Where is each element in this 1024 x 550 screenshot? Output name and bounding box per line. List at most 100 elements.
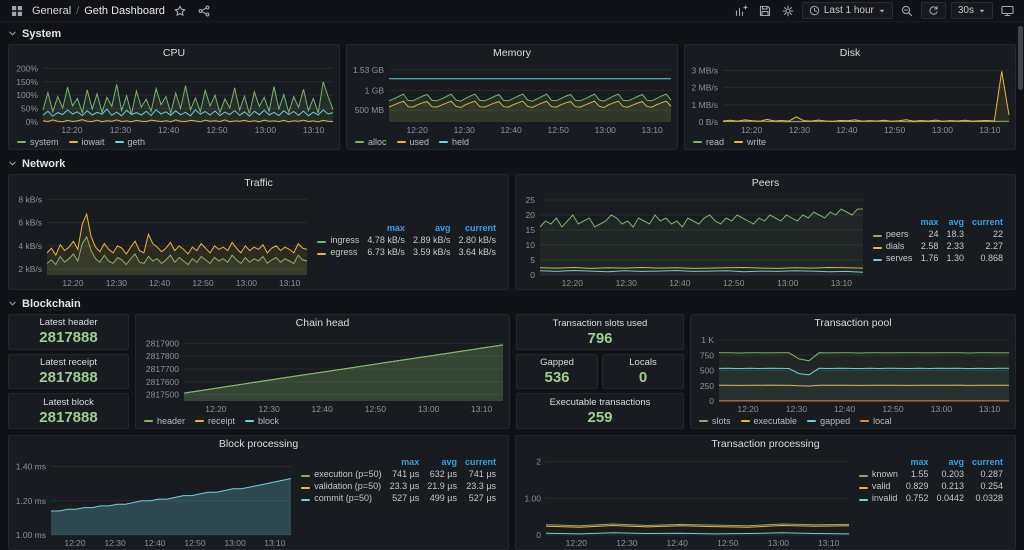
apps-grid-icon[interactable] [8, 3, 26, 19]
legend-value: 0.213 [941, 481, 964, 491]
series-color-marker [301, 475, 311, 477]
legend-value: 2.58 [920, 241, 939, 251]
legend-series-iowait[interactable]: iowait [68, 137, 105, 147]
legend-series-executable[interactable]: executable [740, 416, 797, 426]
legend-series-ingress[interactable]: ingress [313, 234, 363, 246]
legend-series-slots[interactable]: slots [699, 416, 731, 426]
series-color-marker [860, 419, 870, 422]
legend-series-commit-p-50-[interactable]: commit (p=50) [297, 492, 385, 504]
stat-title[interactable]: Latest receipt [40, 357, 97, 368]
tv-mode-icon[interactable] [998, 3, 1016, 19]
legend-series-geth[interactable]: geth [114, 137, 145, 147]
add-panel-icon[interactable] [733, 3, 751, 19]
legend-series-known[interactable]: known [855, 468, 902, 480]
legend-series-write[interactable]: write [734, 137, 766, 147]
legend-series-invalid[interactable]: invalid [855, 492, 902, 504]
legend-series-header[interactable]: header [144, 416, 185, 426]
save-dashboard-icon[interactable] [756, 3, 774, 19]
svg-text:2: 2 [536, 457, 541, 467]
series-color-marker [734, 140, 744, 143]
series-color-marker [17, 140, 26, 143]
legend-series-validation-p-50-[interactable]: validation (p=50) [297, 480, 385, 492]
panel-locals: Locals 0 [602, 354, 684, 389]
svg-text:1.40 ms: 1.40 ms [16, 462, 46, 472]
transaction-pool-legend: slots executable gapped local [691, 415, 1015, 428]
zoom-out-icon[interactable] [898, 3, 916, 19]
legend-series-egress[interactable]: egress [313, 246, 363, 258]
stat-title[interactable]: Latest header [39, 317, 97, 328]
legend-series-system[interactable]: system [17, 137, 59, 147]
legend-value: 4.78 kB/s [367, 235, 405, 245]
row-header-network[interactable]: Network [8, 156, 1016, 171]
row-header-system[interactable]: System [8, 26, 1016, 41]
breadcrumb-dashboard[interactable]: Geth Dashboard [84, 5, 165, 17]
refresh-interval-picker[interactable]: 30s [950, 2, 993, 19]
svg-text:10: 10 [526, 240, 536, 250]
svg-text:13:00: 13:00 [418, 404, 440, 414]
transaction-pool-chart: 0 250 500 750 1 K 12:20 12:30 12:40 12:50 13:00 13… [691, 332, 1015, 415]
transaction-processing-chart: 0 1.00 2 12:20 12:30 12:40 12:50 13:00 13:10 [516, 453, 855, 549]
time-range-picker[interactable]: Last 1 hour [801, 2, 893, 19]
svg-text:1.00: 1.00 [524, 493, 541, 503]
stat-title[interactable]: Locals [629, 357, 656, 368]
legend-value: 2.27 [985, 241, 1003, 251]
clock-icon [809, 5, 820, 16]
svg-text:2817500: 2817500 [146, 390, 179, 400]
breadcrumb-folder[interactable]: General [32, 5, 71, 17]
share-dashboard-icon[interactable] [195, 3, 213, 19]
scrollbar-thumb[interactable] [1018, 26, 1023, 90]
legend-value: 2.33 [946, 241, 964, 251]
panel-cpu: CPU 0% 50% 100% 150% 200% 12:20 12:30 12:40 12:5… [8, 44, 340, 150]
legend-value: 18.3 [946, 229, 964, 239]
svg-text:0%: 0% [26, 117, 39, 127]
svg-text:12:40: 12:40 [836, 125, 858, 135]
legend-series-block[interactable]: block [245, 416, 279, 426]
settings-gear-icon[interactable] [779, 3, 797, 19]
panel-title-transaction-processing[interactable]: Transaction processing [516, 436, 1015, 453]
legend-series-used[interactable]: used [396, 137, 429, 147]
svg-text:12:40: 12:40 [669, 278, 691, 288]
panel-title-chain-head[interactable]: Chain head [136, 315, 509, 332]
legend-series-held[interactable]: held [439, 137, 469, 147]
panel-title-peers[interactable]: Peers [516, 175, 1015, 192]
legend-column-header: current [971, 457, 1003, 467]
legend-value: 21.9 µs [427, 481, 457, 491]
svg-text:0: 0 [536, 530, 541, 540]
panel-executable-transactions: Executable transactions 259 [516, 393, 684, 429]
panel-title-block-processing[interactable]: Block processing [9, 436, 508, 453]
stat-title[interactable]: Transaction slots used [553, 318, 648, 329]
panel-title-disk[interactable]: Disk [685, 45, 1015, 62]
svg-text:2817600: 2817600 [146, 377, 179, 387]
legend-series-peers[interactable]: peers [869, 228, 917, 240]
legend-series-read[interactable]: read [693, 137, 724, 147]
svg-text:50%: 50% [21, 104, 38, 114]
refresh-button[interactable] [920, 2, 946, 19]
svg-text:12:30: 12:30 [616, 538, 638, 548]
series-color-marker [68, 140, 78, 143]
legend-series-serves[interactable]: serves [869, 252, 917, 264]
stat-title[interactable]: Gapped [540, 357, 574, 368]
breadcrumb-separator: / [76, 4, 80, 17]
panel-title-cpu[interactable]: CPU [9, 45, 339, 62]
stat-title[interactable]: Latest block [43, 397, 94, 408]
series-color-marker [317, 241, 327, 243]
legend-value: 499 µs [429, 493, 457, 503]
stat-title[interactable]: Executable transactions [550, 397, 651, 408]
panel-title-traffic[interactable]: Traffic [9, 175, 508, 192]
refresh-interval-label: 30s [957, 5, 974, 16]
legend-value: 741 µs [468, 469, 496, 479]
star-dashboard-icon[interactable] [171, 3, 189, 19]
row-header-blockchain[interactable]: Blockchain [8, 296, 1016, 311]
legend-column-header: max [386, 223, 405, 233]
legend-series-execution-p-50-[interactable]: execution (p=50) [297, 468, 385, 480]
legend-series-receipt[interactable]: receipt [195, 416, 235, 426]
disk-chart: 0 B/s 1 MB/s 2 MB/s 3 MB/s 12:20 12:30 12:40 12… [685, 62, 1015, 136]
legend-series-valid[interactable]: valid [855, 480, 902, 492]
legend-series-local[interactable]: local [860, 416, 892, 426]
legend-series-dials[interactable]: dials [869, 240, 917, 252]
legend-series-gapped[interactable]: gapped [807, 416, 850, 426]
legend-series-alloc[interactable]: alloc [355, 137, 387, 147]
panel-title-memory[interactable]: Memory [347, 45, 677, 62]
panel-title-transaction-pool[interactable]: Transaction pool [691, 315, 1015, 332]
series-color-marker [301, 487, 311, 489]
